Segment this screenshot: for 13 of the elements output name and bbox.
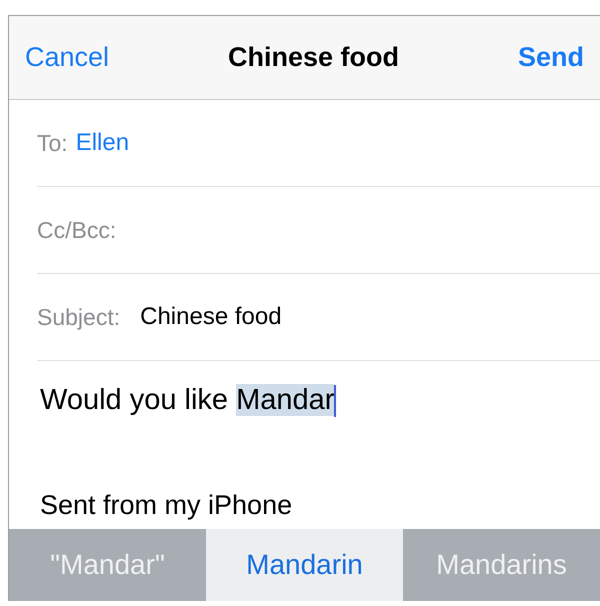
recipient-label: Cc/Bcc:: [37, 216, 116, 245]
message-text: Would you like Mandar: [40, 383, 338, 420]
signature-text: Sent from my iPhone: [40, 488, 294, 522]
cancel-button[interactable]: Cancel: [25, 37, 110, 78]
recipient-label: To:: [37, 128, 68, 158]
recipient-name[interactable]: Ellen: [76, 125, 130, 161]
window-title: Chinese food: [228, 41, 400, 74]
subject-label: Subject:: [37, 302, 120, 332]
send-button[interactable]: Send: [518, 37, 584, 78]
subject-text: Chinese food: [140, 302, 282, 332]
suggestion-item[interactable]: Mandarin: [206, 529, 403, 601]
suggestion-item[interactable]: "Mandar": [9, 529, 206, 601]
suggestion-item[interactable]: Mandarins: [403, 529, 600, 601]
